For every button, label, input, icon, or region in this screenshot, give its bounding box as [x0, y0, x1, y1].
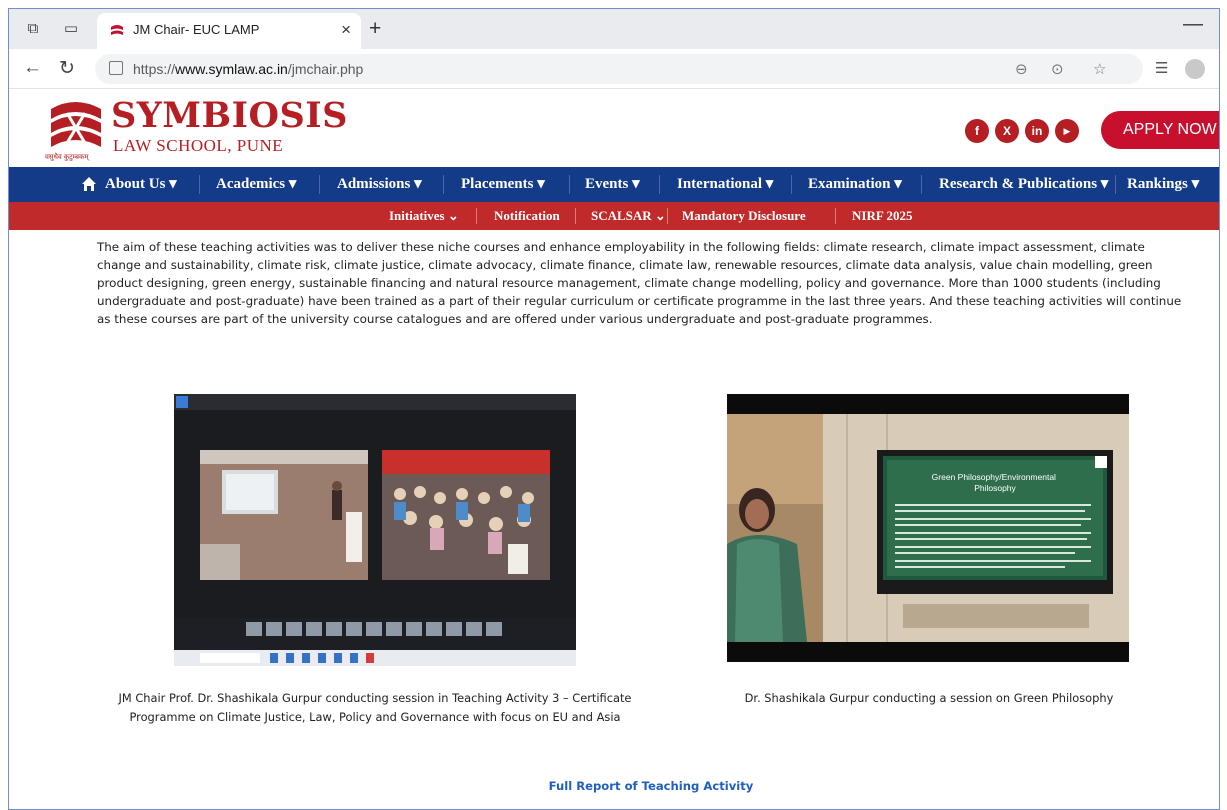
symbiosis-logo-icon[interactable]	[45, 99, 105, 151]
subnav-notification[interactable]: Notification	[494, 202, 560, 230]
nav-divider	[921, 175, 922, 194]
logo-motto: वसुधैव कुटुम्बकम्	[45, 154, 89, 161]
nav-divider	[1115, 175, 1116, 194]
nav-about-us[interactable]: About Us ▾	[105, 167, 177, 202]
slide-title-line1: Green Philosophy/Environmental	[932, 472, 1056, 482]
minimize-window-button[interactable]: —	[1183, 13, 1203, 36]
nav-divider	[319, 175, 320, 194]
session-screenshot-image	[174, 394, 576, 666]
nav-divider	[791, 175, 792, 194]
nav-rankings[interactable]: Rankings ▾	[1127, 167, 1199, 202]
youtube-icon[interactable]: ▶	[1055, 119, 1079, 143]
tab-strip: ⧉ ▭ JM Chair- EUC LAMP × + —	[9, 9, 1219, 49]
zoom-icon[interactable]: ⊖	[1015, 60, 1028, 78]
linkedin-icon[interactable]: in	[1025, 119, 1049, 143]
nav-divider	[199, 175, 200, 194]
tab-actions-icon[interactable]: ▭	[61, 19, 81, 39]
nav-research-publications[interactable]: Research & Publications ▾	[939, 167, 1108, 202]
teaching-activity-photo-1	[174, 394, 576, 666]
new-tab-button[interactable]: +	[369, 17, 381, 41]
site-header: वसुधैव कुटुम्बकम् SYMBIOSIS LAW SCHOOL, …	[9, 89, 1219, 167]
reader-icon[interactable]: ⊙	[1051, 60, 1064, 78]
url-text: https://www.symlaw.ac.in/jmchair.php	[133, 61, 364, 77]
nav-divider	[659, 175, 660, 194]
subnav-mandatory-disclosure[interactable]: Mandatory Disclosure	[682, 202, 806, 230]
subnav-divider	[835, 208, 836, 224]
favorite-star-icon[interactable]: ☆	[1093, 60, 1106, 78]
nav-divider	[569, 175, 570, 194]
browser-window: ⧉ ▭ JM Chair- EUC LAMP × + — ← ↻ https:/…	[8, 8, 1220, 810]
subnav-nirf-2025[interactable]: NIRF 2025	[852, 202, 913, 230]
tab-close-icon[interactable]: ×	[341, 20, 351, 40]
photo-1-caption: JM Chair Prof. Dr. Shashikala Gurpur con…	[118, 691, 632, 724]
sub-nav: Initiatives ⌄ Notification SCALSAR ⌄ Man…	[9, 202, 1219, 230]
full-report-link[interactable]: Full Report of Teaching Activity	[509, 779, 793, 793]
teaching-activity-photo-2: Green Philosophy/Environmental Philosoph…	[727, 394, 1129, 662]
nav-examination[interactable]: Examination ▾	[808, 167, 902, 202]
nav-divider	[443, 175, 444, 194]
nav-international[interactable]: International ▾	[677, 167, 773, 202]
tab-title: JM Chair- EUC LAMP	[133, 22, 260, 37]
subnav-initiatives[interactable]: Initiatives ⌄	[389, 202, 459, 230]
subnav-divider	[476, 208, 477, 224]
workspaces-icon[interactable]: ⧉	[23, 19, 43, 39]
home-icon[interactable]	[81, 176, 97, 192]
address-bar-row: ← ↻ https://www.symlaw.ac.in/jmchair.php…	[9, 49, 1219, 89]
facebook-icon[interactable]: f	[965, 119, 989, 143]
x-twitter-icon[interactable]: X	[995, 119, 1019, 143]
site-subtitle: LAW SCHOOL, PUNE	[113, 136, 284, 155]
back-arrow-icon[interactable]: ←	[23, 57, 42, 79]
slide-title-line2: Philosophy	[974, 483, 1016, 493]
green-philosophy-session-image: Green Philosophy/Environmental Philosoph…	[727, 394, 1129, 662]
refresh-icon[interactable]: ↻	[59, 57, 75, 80]
apply-now-button[interactable]: APPLY NOW	[1101, 111, 1219, 149]
subnav-divider	[575, 208, 576, 224]
url-input[interactable]: https://www.symlaw.ac.in/jmchair.php ⊖ ⊙…	[95, 54, 1143, 84]
main-nav: About Us ▾ Academics ▾ Admissions ▾ Plac…	[9, 167, 1219, 202]
active-tab[interactable]: JM Chair- EUC LAMP ×	[97, 13, 361, 49]
site-favicon-icon	[109, 23, 125, 39]
nav-academics[interactable]: Academics ▾	[216, 167, 296, 202]
subnav-scalsar[interactable]: SCALSAR ⌄	[591, 202, 666, 230]
nav-placements[interactable]: Placements ▾	[461, 167, 545, 202]
teaching-activities-paragraph: The aim of these teaching activities was…	[97, 240, 1182, 326]
nav-admissions[interactable]: Admissions ▾	[337, 167, 422, 202]
subnav-divider	[667, 208, 668, 224]
nav-events[interactable]: Events ▾	[585, 167, 640, 202]
profile-avatar[interactable]	[1185, 59, 1205, 79]
favorites-list-icon[interactable]: ☰	[1155, 59, 1168, 77]
site-name[interactable]: SYMBIOSIS	[111, 95, 348, 136]
lock-icon	[109, 61, 123, 75]
photo-2-caption: Dr. Shashikala Gurpur conducting a sessi…	[744, 691, 1114, 705]
